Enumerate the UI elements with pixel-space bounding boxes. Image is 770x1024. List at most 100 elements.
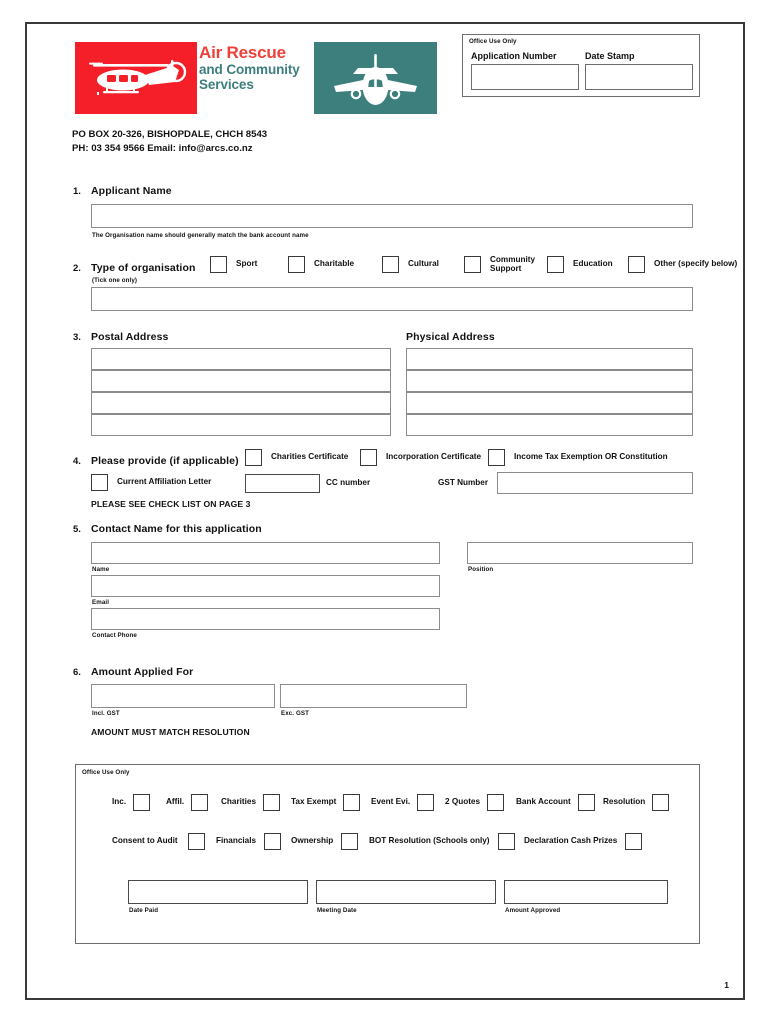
checkbox-bot-resolution[interactable] xyxy=(497,833,515,850)
office-check-ownership[interactable]: Ownership xyxy=(291,833,359,850)
checkbox-consent-to-audit[interactable] xyxy=(187,833,205,850)
office-check-resolution[interactable]: Resolution xyxy=(603,794,670,811)
checkbox-charitable[interactable] xyxy=(288,256,305,273)
meeting-date-label: Meeting Date xyxy=(317,907,357,914)
amount-incl-gst-input[interactable] xyxy=(91,684,275,708)
label-charitable: Charitable xyxy=(314,259,355,269)
postal-address-line-1[interactable] xyxy=(91,348,391,370)
section-6-title: Amount Applied For xyxy=(91,666,194,678)
checkbox-sport[interactable] xyxy=(210,256,227,273)
checkbox-incorporation-certificate[interactable] xyxy=(360,449,377,466)
contact-name-input[interactable] xyxy=(91,542,440,564)
checkbox-inc[interactable] xyxy=(133,794,151,811)
provide-option-incorporation-certificate[interactable]: Incorporation Certificate xyxy=(360,449,481,466)
brand-line-1: Air Rescue xyxy=(199,43,286,62)
label-bank-account: Bank Account xyxy=(516,797,571,807)
section-5-title: Contact Name for this application xyxy=(91,523,262,535)
org-type-option-other[interactable]: Other (specify below) xyxy=(628,256,737,273)
contact-phone-label: Contact Phone xyxy=(92,632,137,639)
checkbox-affil[interactable] xyxy=(191,794,209,811)
org-type-option-charitable[interactable]: Charitable xyxy=(288,256,354,273)
application-number-label: Application Number xyxy=(471,51,557,61)
physical-address-line-1[interactable] xyxy=(406,348,693,370)
office-check-tax-exempt[interactable]: Tax Exempt xyxy=(291,794,361,811)
date-stamp-input[interactable] xyxy=(585,64,693,90)
checkbox-community-support[interactable] xyxy=(464,256,481,274)
checkbox-education[interactable] xyxy=(547,256,564,273)
meeting-date-input[interactable] xyxy=(316,880,496,904)
physical-address-line-4[interactable] xyxy=(406,414,693,436)
label-sport: Sport xyxy=(236,259,258,269)
office-check-consent-to-audit[interactable]: Consent to Audit xyxy=(112,833,205,850)
contact-email-input[interactable] xyxy=(91,575,440,597)
office-check-inc[interactable]: Inc. xyxy=(112,794,151,811)
section-3-number: 3. xyxy=(73,332,81,343)
org-type-option-cultural[interactable]: Cultural xyxy=(382,256,439,273)
label-inc: Inc. xyxy=(112,797,127,807)
checkbox-declaration-cash-prizes[interactable] xyxy=(625,833,643,850)
gst-number-input[interactable] xyxy=(497,472,693,494)
date-paid-input[interactable] xyxy=(128,880,308,904)
label-income-tax-exemption: Income Tax Exemption OR Constitution xyxy=(514,452,668,462)
checkbox-financials[interactable] xyxy=(264,833,282,850)
checkbox-2-quotes[interactable] xyxy=(487,794,505,811)
org-type-option-sport[interactable]: Sport xyxy=(210,256,257,273)
checkbox-current-affiliation-letter[interactable] xyxy=(91,474,108,491)
office-check-declaration-cash-prizes[interactable]: Declaration Cash Prizes xyxy=(524,833,643,850)
contact-phone-input[interactable] xyxy=(91,608,440,630)
office-check-financials[interactable]: Financials xyxy=(216,833,282,850)
amount-exc-gst-input[interactable] xyxy=(280,684,467,708)
postal-address-title: Postal Address xyxy=(91,331,169,343)
cc-number-input[interactable] xyxy=(245,474,320,493)
helicopter-logo xyxy=(75,42,197,114)
amount-approved-label: Amount Approved xyxy=(505,907,561,914)
office-check-event-evi[interactable]: Event Evi. xyxy=(371,794,435,811)
checkbox-charities-certificate[interactable] xyxy=(245,449,262,466)
checkbox-tax-exempt[interactable] xyxy=(343,794,361,811)
org-type-option-community-support[interactable]: Community Support xyxy=(464,255,535,274)
postal-address-line-4[interactable] xyxy=(91,414,391,436)
postal-address-line-3[interactable] xyxy=(91,392,391,414)
gst-number-label: GST Number xyxy=(438,478,489,487)
section-2-number: 2. xyxy=(73,263,81,274)
amount-approved-input[interactable] xyxy=(504,880,668,904)
provide-option-income-tax-exemption[interactable]: Income Tax Exemption OR Constitution xyxy=(488,449,668,466)
checkbox-income-tax-exemption[interactable] xyxy=(488,449,505,466)
checkbox-cultural[interactable] xyxy=(382,256,399,273)
contact-name-label: Name xyxy=(92,566,110,573)
checkbox-charities[interactable] xyxy=(263,794,281,811)
phone-email-line: PH: 03 354 9566 Email: info@arcs.co.nz xyxy=(72,143,253,155)
provide-option-affiliation-letter[interactable]: Current Affiliation Letter xyxy=(91,474,211,491)
postal-address-line-2[interactable] xyxy=(91,370,391,392)
checkbox-event-evi[interactable] xyxy=(417,794,435,811)
amount-exc-gst-label: Exc. GST xyxy=(281,710,309,717)
checkbox-other[interactable] xyxy=(628,256,645,273)
office-check-affil[interactable]: Affil. xyxy=(166,794,209,811)
label-cultural: Cultural xyxy=(408,259,439,269)
label-tax-exempt: Tax Exempt xyxy=(291,797,337,807)
label-charities: Charities xyxy=(221,797,257,807)
checkbox-ownership[interactable] xyxy=(341,833,359,850)
airplane-logo xyxy=(314,42,437,114)
label-event-evi: Event Evi. xyxy=(371,797,411,807)
date-stamp-label: Date Stamp xyxy=(585,51,635,61)
org-type-option-education[interactable]: Education xyxy=(547,256,613,273)
provide-option-charities-certificate[interactable]: Charities Certificate xyxy=(245,449,348,466)
section-4-number: 4. xyxy=(73,456,81,467)
office-check-bot-resolution[interactable]: BOT Resolution (Schools only) xyxy=(369,833,515,850)
office-check-charities[interactable]: Charities xyxy=(221,794,281,811)
amount-resolution-note: AMOUNT MUST MATCH RESOLUTION xyxy=(91,727,250,737)
physical-address-line-2[interactable] xyxy=(406,370,693,392)
org-contact-block: PO BOX 20-326, BISHOPDALE, CHCH 8543 PH:… xyxy=(72,128,267,157)
office-check-bank-account[interactable]: Bank Account xyxy=(516,794,595,811)
brand-line-2: and Community xyxy=(199,61,300,77)
section-6-number: 6. xyxy=(73,667,81,678)
checkbox-bank-account[interactable] xyxy=(577,794,595,811)
office-check-2-quotes[interactable]: 2 Quotes xyxy=(445,794,505,811)
application-number-input[interactable] xyxy=(471,64,579,90)
contact-position-input[interactable] xyxy=(467,542,693,564)
physical-address-line-3[interactable] xyxy=(406,392,693,414)
org-type-other-input[interactable] xyxy=(91,287,693,311)
checkbox-resolution[interactable] xyxy=(652,794,670,811)
applicant-name-input[interactable] xyxy=(91,204,693,228)
